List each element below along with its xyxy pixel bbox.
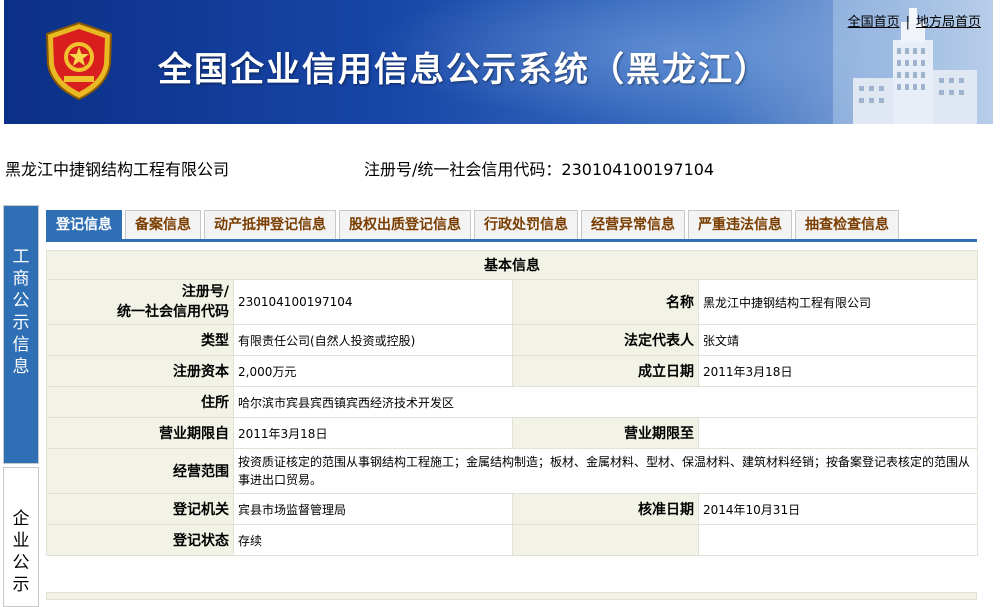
table-row: 类型 有限责任公司(自然人投资或控股) 法定代表人 张文靖 <box>46 324 978 356</box>
table-row: 营业期限自 2011年3月18日 营业期限至 <box>46 417 978 449</box>
side-nav-business-disclosure[interactable]: 工商公示信息 <box>3 205 39 464</box>
side-nav-enterprise-disclosure[interactable]: 企业公示 <box>3 467 39 607</box>
term-from-label: 营业期限自 <box>46 417 234 449</box>
local-bureau-home-link[interactable]: 地方局首页 <box>916 15 981 30</box>
legal-rep-value: 张文靖 <box>698 324 978 356</box>
reg-no-label: 注册号/ 统一社会信用代码 <box>46 279 234 325</box>
tab-bar: 登记信息 备案信息 动产抵押登记信息 股权出质登记信息 行政处罚信息 经营异常信… <box>46 210 902 240</box>
status-label: 登记状态 <box>46 524 234 556</box>
address-label: 住所 <box>46 386 234 418</box>
site-banner: 全国企业信用信息公示系统（黑龙江） 全国首页 | 地方局首页 <box>4 0 993 124</box>
name-value: 黑龙江中捷钢结构工程有限公司 <box>698 279 978 325</box>
system-title: 全国企业信用信息公示系统（黑龙江） <box>158 50 770 90</box>
term-to-value <box>698 417 978 449</box>
table-row: 注册号/ 统一社会信用代码 230104100197104 名称 黑龙江中捷钢结… <box>46 279 978 325</box>
table-row: 住所 哈尔滨市宾县宾西镇宾西经济技术开发区 <box>46 386 978 418</box>
tab-chattel-mortgage[interactable]: 动产抵押登记信息 <box>204 210 336 239</box>
company-name: 黑龙江中捷钢结构工程有限公司 <box>5 160 230 179</box>
status-value: 存续 <box>233 524 513 556</box>
tab-admin-penalty[interactable]: 行政处罚信息 <box>474 210 578 239</box>
table-row: 登记状态 存续 <box>46 524 978 556</box>
reg-no-label-line1: 注册号/ <box>181 284 229 300</box>
tab-underline <box>46 239 977 242</box>
tab-serious-violation[interactable]: 严重违法信息 <box>688 210 792 239</box>
term-to-label: 营业期限至 <box>512 417 699 449</box>
table-row: 经营范围 按资质证核定的范围从事钢结构工程施工；金属结构制造；板材、金属材料、型… <box>46 448 978 494</box>
capital-label: 注册资本 <box>46 355 234 387</box>
scope-value: 按资质证核定的范围从事钢结构工程施工；金属结构制造；板材、金属材料、型材、保温材… <box>233 448 978 494</box>
basic-info-table: 基本信息 注册号/ 统一社会信用代码 230104100197104 名称 黑龙… <box>46 250 978 556</box>
side-nav-label: 工商公示信息 <box>12 247 30 377</box>
next-section-header <box>46 592 977 600</box>
est-date-label: 成立日期 <box>512 355 699 387</box>
address-value: 哈尔滨市宾县宾西镇宾西经济技术开发区 <box>233 386 978 418</box>
legal-rep-label: 法定代表人 <box>512 324 699 356</box>
registration-label: 注册号/统一社会信用代码： <box>364 160 562 179</box>
approval-date-value: 2014年10月31日 <box>698 493 978 525</box>
reg-no-label-line2: 统一社会信用代码 <box>117 304 229 320</box>
tab-registration[interactable]: 登记信息 <box>46 210 122 239</box>
tab-equity-pledge[interactable]: 股权出质登记信息 <box>339 210 471 239</box>
term-from-value: 2011年3月18日 <box>233 417 513 449</box>
type-value: 有限责任公司(自然人投资或控股) <box>233 324 513 356</box>
empty-label-cell <box>512 524 699 556</box>
side-nav-label: 企业公示 <box>12 509 30 595</box>
table-row: 基本信息 <box>46 250 978 280</box>
national-home-link[interactable]: 全国首页 <box>848 15 900 30</box>
national-emblem-icon <box>45 21 113 101</box>
est-date-value: 2011年3月18日 <box>698 355 978 387</box>
authority-label: 登记机关 <box>46 493 234 525</box>
table-row: 登记机关 宾县市场监督管理局 核准日期 2014年10月31日 <box>46 493 978 525</box>
top-links: 全国首页 | 地方局首页 <box>848 11 981 30</box>
registration-line: 注册号/统一社会信用代码：230104100197104 <box>364 156 714 180</box>
section-heading: 基本信息 <box>46 250 978 280</box>
capital-value: 2,000万元 <box>233 355 513 387</box>
scope-label: 经营范围 <box>46 448 234 494</box>
name-label: 名称 <box>512 279 699 325</box>
empty-value-cell <box>698 524 978 556</box>
tab-filing[interactable]: 备案信息 <box>125 210 201 239</box>
authority-value: 宾县市场监督管理局 <box>233 493 513 525</box>
tab-abnormal-operation[interactable]: 经营异常信息 <box>581 210 685 239</box>
reg-no-value: 230104100197104 <box>233 279 513 325</box>
registration-number: 230104100197104 <box>561 160 715 179</box>
basic-info-panel: 基本信息 注册号/ 统一社会信用代码 230104100197104 名称 黑龙… <box>46 250 978 556</box>
table-row: 注册资本 2,000万元 成立日期 2011年3月18日 <box>46 355 978 387</box>
tab-spot-check[interactable]: 抽查检查信息 <box>795 210 899 239</box>
approval-date-label: 核准日期 <box>512 493 699 525</box>
type-label: 类型 <box>46 324 234 356</box>
link-separator: | <box>905 15 910 30</box>
